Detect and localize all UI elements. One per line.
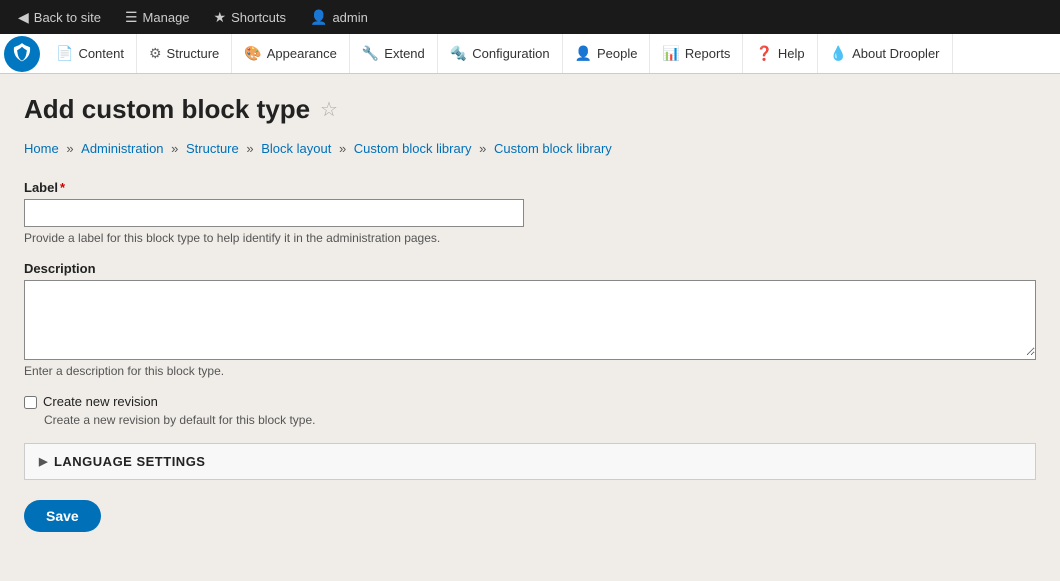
main-content: Add custom block type ☆ Home » Administr… — [0, 74, 1060, 581]
breadcrumb-structure[interactable]: Structure — [186, 141, 239, 156]
breadcrumb-sep-5: » — [479, 141, 490, 156]
revision-checkbox-label[interactable]: Create new revision — [43, 394, 158, 409]
drupal-logo[interactable] — [4, 36, 40, 72]
revision-checkbox-group: Create new revision — [24, 394, 1036, 409]
page-title: Add custom block type — [24, 94, 310, 125]
back-arrow-icon: ◀ — [18, 9, 29, 26]
people-icon: 👤 — [575, 45, 592, 62]
shortcuts-menu[interactable]: ★ Shortcuts — [204, 0, 296, 34]
nav-about[interactable]: 💧 About Droopler — [818, 34, 953, 73]
configuration-icon: 🔩 — [450, 45, 467, 62]
nav-configuration[interactable]: 🔩 Configuration — [438, 34, 563, 73]
appearance-icon: 🎨 — [244, 45, 261, 62]
bookmark-icon[interactable]: ☆ — [320, 97, 338, 122]
breadcrumb-administration[interactable]: Administration — [81, 141, 163, 156]
page-title-wrap: Add custom block type ☆ — [24, 94, 1036, 125]
secondary-nav: 📄 Content ⚙ Structure 🎨 Appearance 🔧 Ext… — [0, 34, 1060, 74]
menu-icon: ☰ — [125, 9, 138, 26]
label-help-text: Provide a label for this block type to h… — [24, 231, 1036, 245]
nav-people[interactable]: 👤 People — [563, 34, 651, 73]
breadcrumb-sep-1: » — [66, 141, 77, 156]
manage-menu[interactable]: ☰ Manage — [115, 0, 200, 34]
breadcrumb-custom-block-library-1[interactable]: Custom block library — [354, 141, 472, 156]
save-button[interactable]: Save — [24, 500, 101, 532]
breadcrumb-sep-3: » — [246, 141, 257, 156]
label-input[interactable] — [24, 199, 524, 227]
admin-bar: ◀ Back to site ☰ Manage ★ Shortcuts 👤 ad… — [0, 0, 1060, 34]
revision-help-text: Create a new revision by default for thi… — [44, 413, 1036, 427]
breadcrumb-custom-block-library-2[interactable]: Custom block library — [494, 141, 612, 156]
reports-icon: 📊 — [662, 45, 679, 62]
description-field-label: Description — [24, 261, 1036, 276]
expand-icon: ▶ — [39, 455, 48, 468]
form-area: Label* Provide a label for this block ty… — [24, 180, 1036, 532]
back-to-site-button[interactable]: ◀ Back to site — [8, 0, 111, 34]
breadcrumb-block-layout[interactable]: Block layout — [261, 141, 331, 156]
language-settings-collapsible: ▶ Language Settings — [24, 443, 1036, 480]
star-icon: ★ — [214, 9, 227, 26]
breadcrumb-home[interactable]: Home — [24, 141, 59, 156]
extend-icon: 🔧 — [362, 45, 379, 62]
language-settings-header[interactable]: ▶ Language Settings — [25, 444, 1035, 479]
nav-structure[interactable]: ⚙ Structure — [137, 34, 232, 73]
admin-user-menu[interactable]: 👤 admin — [300, 0, 378, 34]
user-icon: 👤 — [310, 9, 327, 26]
nav-reports[interactable]: 📊 Reports — [650, 34, 743, 73]
breadcrumb: Home » Administration » Structure » Bloc… — [24, 141, 1036, 156]
nav-appearance[interactable]: 🎨 Appearance — [232, 34, 350, 73]
description-field-group: Description Enter a description for this… — [24, 261, 1036, 378]
content-icon: 📄 — [56, 45, 73, 62]
breadcrumb-sep-2: » — [171, 141, 182, 156]
about-icon: 💧 — [830, 45, 847, 62]
breadcrumb-sep-4: » — [339, 141, 350, 156]
description-textarea-wrap — [24, 280, 1036, 360]
label-field-label: Label* — [24, 180, 1036, 195]
nav-content[interactable]: 📄 Content — [44, 34, 137, 73]
revision-checkbox[interactable] — [24, 396, 37, 409]
label-field-group: Label* Provide a label for this block ty… — [24, 180, 1036, 245]
description-help-text: Enter a description for this block type. — [24, 364, 1036, 378]
structure-icon: ⚙ — [149, 45, 162, 62]
nav-help[interactable]: ❓ Help — [743, 34, 817, 73]
help-icon: ❓ — [755, 45, 772, 62]
description-textarea[interactable] — [25, 281, 1035, 356]
nav-extend[interactable]: 🔧 Extend — [350, 34, 438, 73]
